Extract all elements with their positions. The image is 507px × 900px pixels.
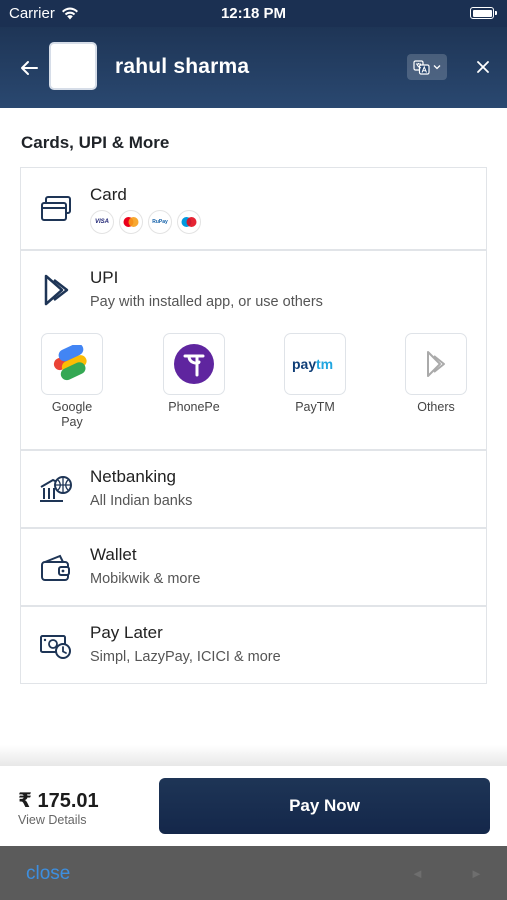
mastercard-logo xyxy=(119,210,143,234)
wallet-icon xyxy=(39,551,73,585)
status-bar: Carrier 12:18 PM xyxy=(0,0,507,27)
rupay-logo: RuPay xyxy=(148,210,172,234)
upi-others-icon xyxy=(427,351,445,377)
upi-app-paytm[interactable]: pay tm xyxy=(284,333,346,395)
upi-app-google-pay[interactable] xyxy=(41,333,103,395)
merchant-name: rahul sharma xyxy=(115,55,250,78)
payment-option-upi[interactable]: UPI Pay with installed app, or use other… xyxy=(20,250,487,450)
language-button[interactable] xyxy=(407,54,447,80)
upi-app-others[interactable] xyxy=(405,333,467,395)
payment-option-wallet[interactable]: Wallet Mobikwik & more xyxy=(20,528,487,606)
option-subtitle: Mobikwik & more xyxy=(90,571,201,587)
close-icon xyxy=(477,61,489,73)
total-amount: ₹ 175.01 xyxy=(18,790,99,812)
phonepe-icon xyxy=(174,344,214,384)
section-title: Cards, UPI & More xyxy=(21,133,170,152)
checkout-footer: ₹ 175.01 View Details Pay Now xyxy=(0,766,507,846)
pay-later-icon xyxy=(39,629,73,663)
payment-option-pay-later[interactable]: Pay Later Simpl, LazyPay, ICICI & more xyxy=(20,606,487,684)
checkout-header: rahul sharma xyxy=(0,27,507,108)
visa-logo: VISA xyxy=(90,210,114,234)
option-title: Netbanking xyxy=(90,467,177,486)
status-time: 12:18 PM xyxy=(220,5,287,22)
option-subtitle: Simpl, LazyPay, ICICI & more xyxy=(90,649,281,665)
svg-text:tm: tm xyxy=(316,356,333,372)
paytm-icon: pay tm xyxy=(292,356,333,372)
close-button[interactable] xyxy=(470,54,496,80)
option-title: UPI xyxy=(90,268,119,287)
merchant-logo xyxy=(49,42,97,90)
card-icon xyxy=(39,192,73,226)
translate-icon xyxy=(413,59,430,75)
payment-option-card[interactable]: Card VISA RuPay xyxy=(20,167,487,250)
bottom-shadow xyxy=(0,745,507,767)
chevron-down-icon xyxy=(433,65,441,70)
app-label: Google Pay xyxy=(51,400,93,429)
pay-now-button[interactable]: Pay Now xyxy=(159,778,490,834)
option-title: Card xyxy=(90,185,127,204)
webview-toolbar: close ◄ ► xyxy=(0,846,507,900)
nav-back-icon[interactable]: ◄ xyxy=(411,866,424,881)
nav-forward-icon[interactable]: ► xyxy=(470,866,483,881)
option-subtitle: All Indian banks xyxy=(90,493,193,509)
app-label: PhonePe xyxy=(168,400,220,414)
bank-icon xyxy=(39,473,73,507)
webview-close-link[interactable]: close xyxy=(26,863,70,885)
back-button[interactable] xyxy=(14,53,44,83)
card-network-logos: VISA RuPay xyxy=(90,210,201,234)
upi-app-phonepe[interactable] xyxy=(163,333,225,395)
maestro-logo xyxy=(177,210,201,234)
upi-icon xyxy=(39,273,73,307)
svg-text:pay: pay xyxy=(292,356,316,372)
option-title: Wallet xyxy=(90,545,137,564)
app-label: Others xyxy=(417,400,455,414)
app-label: PayTM xyxy=(295,400,335,414)
battery-icon xyxy=(470,7,497,19)
payment-option-netbanking[interactable]: Netbanking All Indian banks xyxy=(20,450,487,528)
option-title: Pay Later xyxy=(90,623,163,642)
view-details-link[interactable]: View Details xyxy=(18,813,87,827)
google-pay-icon xyxy=(53,345,87,381)
option-subtitle: Pay with installed app, or use others xyxy=(90,294,323,310)
arrow-left-icon xyxy=(21,61,38,75)
